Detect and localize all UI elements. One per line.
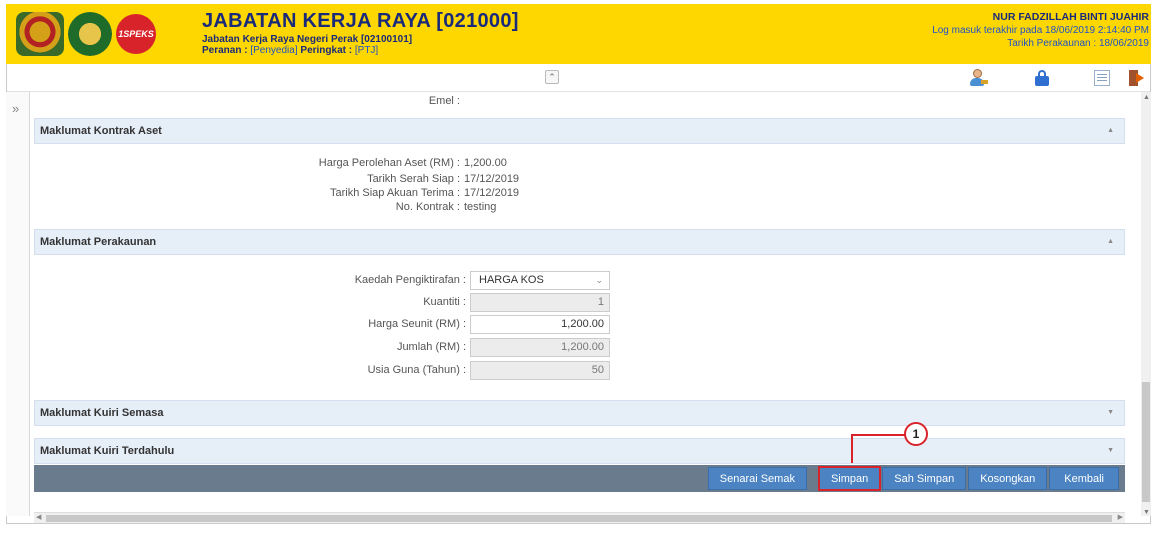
user-name: NUR FADZILLAH BINTI JUAHIR bbox=[992, 11, 1149, 23]
kuantiti-label: Kuantiti : bbox=[423, 296, 466, 308]
header-title-block: JABATAN KERJA RAYA [021000] Jabatan Kerj… bbox=[202, 10, 519, 56]
side-panel-strip: » bbox=[6, 92, 30, 516]
kuantiti-field: 1 bbox=[470, 292, 610, 312]
jumlah-label: Jumlah (RM) : bbox=[396, 341, 466, 353]
level-value: [PTJ] bbox=[354, 45, 379, 56]
jumlah-row: Jumlah (RM) : 1,200.00 bbox=[34, 337, 610, 357]
account-date: Tarikh Perakaunan : 18/06/2019 bbox=[1007, 38, 1149, 49]
jumlah-field: 1,200.00 bbox=[470, 337, 610, 357]
kontrak-row: Harga Perolehan Aset (RM) : 1,200.00 bbox=[34, 154, 519, 172]
kembali-button[interactable]: Kembali bbox=[1049, 467, 1119, 490]
harga-seunit-label: Harga Seunit (RM) : bbox=[368, 318, 466, 330]
scroll-right-icon[interactable]: ▶ bbox=[1118, 513, 1123, 521]
tarikh-siap-akuan-label: Tarikh Siap Akuan Terima : bbox=[329, 187, 460, 199]
simpan-button[interactable]: Simpan bbox=[817, 466, 882, 491]
main-content: Emel : Maklumat Kontrak Aset ▲ Harga Per… bbox=[34, 92, 1125, 515]
expand-side-panel-icon[interactable]: » bbox=[12, 101, 19, 116]
kaedah-select[interactable]: HARGA KOS ⌄ bbox=[470, 270, 610, 290]
role-label: Peranan : bbox=[202, 45, 248, 56]
usia-guna-row: Usia Guna (Tahun) : 50 bbox=[34, 360, 610, 380]
app-header: 1SPEKS JABATAN KERJA RAYA [021000] Jabat… bbox=[6, 4, 1151, 64]
harga-seunit-row: Harga Seunit (RM) : 1,200.00 bbox=[34, 314, 610, 334]
callout-connector bbox=[851, 434, 906, 463]
sah-simpan-button[interactable]: Sah Simpan bbox=[882, 467, 967, 490]
senarai-semak-button[interactable]: Senarai Semak bbox=[707, 467, 807, 490]
scroll-thumb[interactable] bbox=[46, 515, 1112, 522]
expand-chevron-icon[interactable]: ▼ bbox=[1107, 409, 1114, 416]
exit-icon[interactable] bbox=[1126, 68, 1146, 88]
frame-bottom-border bbox=[6, 523, 1151, 524]
kontrak-details: Harga Perolehan Aset (RM) : 1,200.00 Tar… bbox=[34, 154, 519, 214]
kontrak-row: No. Kontrak : testing bbox=[34, 200, 519, 214]
harga-perolehan-label: Harga Perolehan Aset (RM) : bbox=[318, 157, 460, 169]
kaedah-row: Kaedah Pengiktirafan : HARGA KOS ⌄ bbox=[34, 270, 610, 290]
logo-group: 1SPEKS bbox=[16, 10, 156, 58]
collapse-chevron-icon[interactable]: ▲ bbox=[1107, 127, 1114, 134]
section-title: Maklumat Kuiri Terdahulu bbox=[40, 445, 175, 457]
level-label: Peringkat : bbox=[300, 45, 353, 56]
scroll-up-icon[interactable]: ▲ bbox=[1143, 94, 1150, 101]
scroll-left-icon[interactable]: ◀ bbox=[36, 513, 41, 521]
vertical-scrollbar[interactable]: ▲ ▼ bbox=[1141, 92, 1151, 516]
kosongkan-button[interactable]: Kosongkan bbox=[968, 467, 1048, 490]
ispeks-logo: 1SPEKS bbox=[116, 14, 156, 54]
page-title: JABATAN KERJA RAYA [021000] bbox=[202, 10, 519, 32]
scroll-down-icon[interactable]: ▼ bbox=[1143, 509, 1150, 516]
list-icon[interactable] bbox=[1092, 68, 1112, 88]
user-key-icon[interactable] bbox=[968, 68, 988, 88]
callout-number-badge: 1 bbox=[904, 422, 928, 446]
horizontal-scrollbar[interactable]: ◀ ▶ bbox=[34, 512, 1125, 523]
coat-of-arms-logo bbox=[16, 12, 64, 56]
harga-seunit-input[interactable]: 1,200.00 bbox=[470, 314, 610, 334]
kaedah-label: Kaedah Pengiktirafan : bbox=[354, 274, 466, 286]
scroll-thumb[interactable] bbox=[1142, 382, 1150, 502]
tarikh-serah-siap-value: 17/12/2019 bbox=[464, 173, 520, 185]
user-info: NUR FADZILLAH BINTI JUAHIR Log masuk ter… bbox=[932, 11, 1149, 50]
chevron-down-icon: ⌄ bbox=[595, 274, 603, 285]
no-kontrak-value: testing bbox=[464, 201, 497, 213]
expand-chevron-icon[interactable]: ▼ bbox=[1107, 447, 1114, 454]
usia-guna-field: 50 bbox=[470, 360, 610, 380]
kontrak-row: Tarikh Siap Akuan Terima : 17/12/2019 bbox=[34, 186, 519, 200]
section-kuiri-semasa[interactable]: Maklumat Kuiri Semasa ▼ bbox=[34, 400, 1125, 426]
department-subtitle: Jabatan Kerja Raya Negeri Perak [0210010… bbox=[202, 34, 413, 45]
tarikh-serah-siap-label: Tarikh Serah Siap : bbox=[367, 173, 460, 185]
no-kontrak-label: No. Kontrak : bbox=[395, 201, 460, 213]
section-title: Maklumat Perakaunan bbox=[40, 236, 157, 248]
section-title: Maklumat Kuiri Semasa bbox=[40, 407, 164, 419]
section-perakaunan[interactable]: Maklumat Perakaunan ▲ bbox=[34, 229, 1125, 255]
role-line: Peranan : [Penyedia] Peringkat : [PTJ] bbox=[202, 45, 519, 56]
lock-icon[interactable] bbox=[1032, 68, 1052, 88]
usia-guna-label: Usia Guna (Tahun) : bbox=[367, 364, 466, 376]
kuantiti-row: Kuantiti : 1 bbox=[34, 292, 610, 312]
last-login: Log masuk terakhir pada 18/06/2019 2:14:… bbox=[932, 25, 1149, 36]
harga-perolehan-value: 1,200.00 bbox=[464, 157, 507, 169]
collapse-header-button[interactable]: ⌃ bbox=[545, 70, 559, 84]
jkr-logo bbox=[68, 12, 112, 56]
tarikh-siap-akuan-value: 17/12/2019 bbox=[464, 187, 520, 199]
action-bar: Senarai Semak Simpan Sah Simpan Kosongka… bbox=[34, 465, 1125, 492]
kaedah-selected-value: HARGA KOS bbox=[479, 273, 544, 286]
section-kontrak-aset[interactable]: Maklumat Kontrak Aset ▲ bbox=[34, 118, 1125, 144]
email-row: Emel : bbox=[34, 92, 464, 110]
section-kuiri-terdahulu[interactable]: Maklumat Kuiri Terdahulu ▼ bbox=[34, 438, 1125, 464]
section-title: Maklumat Kontrak Aset bbox=[40, 125, 162, 137]
email-label: Emel : bbox=[428, 95, 460, 107]
top-toolbar: ⌃ bbox=[6, 64, 1151, 92]
kontrak-row: Tarikh Serah Siap : 17/12/2019 bbox=[34, 172, 519, 186]
role-value: [Penyedia] bbox=[250, 45, 298, 56]
collapse-chevron-icon[interactable]: ▲ bbox=[1107, 238, 1114, 245]
